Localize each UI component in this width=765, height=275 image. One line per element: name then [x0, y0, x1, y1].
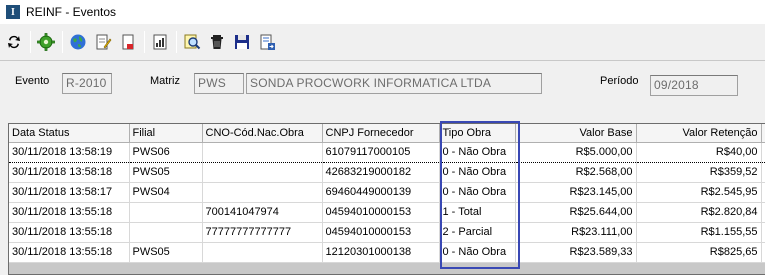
table-cell: 04594010000153 — [322, 222, 440, 243]
table-cell: R$23.145,00 — [515, 182, 637, 203]
toolbar — [0, 27, 765, 57]
header-panel: Evento R-2010 Matriz PWS SONDA PROCWORK … — [0, 60, 765, 110]
new-document-icon[interactable] — [117, 31, 139, 53]
search-icon[interactable] — [181, 31, 203, 53]
toolbar-separator — [62, 31, 63, 53]
edit-document-icon[interactable] — [92, 31, 114, 53]
table-cell: R$2.568,00 — [515, 162, 637, 183]
column-header[interactable]: I — [761, 124, 765, 143]
table-cell — [129, 202, 203, 223]
toolbar-separator — [176, 31, 177, 53]
globe-icon[interactable] — [67, 31, 89, 53]
table-cell — [202, 242, 323, 263]
column-header[interactable]: CNPJ Fornecedor — [322, 124, 440, 143]
table-cell: R$359,52 — [636, 162, 762, 183]
table-cell: 700141047974 — [202, 202, 323, 223]
table-cell: 30/11/2018 13:55:18 — [9, 242, 130, 263]
table-cell: 1 - Total — [439, 202, 516, 223]
column-header[interactable]: Tipo Obra — [439, 124, 516, 143]
toolbar-separator — [144, 31, 145, 53]
events-grid[interactable]: Data Status Filial CNO-Cód.Nac.Obra CNPJ Fo… — [8, 123, 765, 275]
table-cell: R$2.545,95 — [636, 182, 762, 203]
app-icon: I — [6, 5, 20, 19]
table-cell: I — [761, 222, 765, 243]
table-cell: R$25.644,00 — [515, 202, 637, 223]
table-cell: 30/11/2018 13:58:19 — [9, 141, 130, 163]
matriz-code-field[interactable]: PWS — [194, 73, 244, 94]
table-row[interactable]: 30/11/2018 13:58:19 PWS06 61079117000105 0 … — [9, 141, 765, 163]
table-cell: I — [761, 162, 765, 183]
trash-icon[interactable] — [206, 31, 228, 53]
column-header[interactable]: Filial — [129, 124, 203, 143]
report-icon[interactable] — [149, 31, 171, 53]
table-cell: 0 - Não Obra — [439, 162, 516, 183]
column-header[interactable]: Valor Retenção — [636, 124, 762, 143]
refresh-icon[interactable] — [3, 31, 25, 53]
table-cell: 0 - Não Obra — [439, 242, 516, 263]
table-cell: 0 - Não Obra — [439, 141, 516, 163]
table-cell: 77777777777777 — [202, 222, 323, 243]
table-cell: R$40,00 — [636, 141, 762, 163]
periodo-field[interactable]: 09/2018 — [650, 75, 738, 96]
table-cell: I — [761, 242, 765, 263]
table-row[interactable]: 30/11/2018 13:55:18 77777777777777 0459401… — [9, 222, 765, 243]
column-header[interactable]: CNO-Cód.Nac.Obra — [202, 124, 323, 143]
table-cell: R$825,65 — [636, 242, 762, 263]
title-bar: I REINF - Eventos — [0, 0, 765, 24]
table-cell: 0 - Não Obra — [439, 182, 516, 203]
column-header[interactable]: Data Status — [9, 124, 130, 143]
table-cell: 30/11/2018 13:58:17 — [9, 182, 130, 203]
table-cell — [202, 182, 323, 203]
table-cell: PWS05 — [129, 242, 203, 263]
table-row[interactable]: 30/11/2018 13:55:18 PWS05 12120301000138 0 … — [9, 242, 765, 263]
table-cell: 42683219000182 — [322, 162, 440, 183]
evento-label: Evento — [15, 75, 50, 87]
table-cell — [202, 162, 323, 183]
table-cell: 30/11/2018 13:58:18 — [9, 162, 130, 183]
table-cell: R$1.155,55 — [636, 222, 762, 243]
table-cell: 12120301000138 — [322, 242, 440, 263]
grid-header-row: Data Status Filial CNO-Cód.Nac.Obra CNPJ Fo… — [9, 124, 765, 143]
column-header[interactable]: Valor Base — [515, 124, 637, 143]
table-cell: 04594010000153 — [322, 202, 440, 223]
table-cell: PWS06 — [129, 141, 203, 163]
table-cell: 69460449000139 — [322, 182, 440, 203]
table-cell: I — [761, 141, 765, 163]
save-icon[interactable] — [231, 31, 253, 53]
gear-icon[interactable] — [35, 31, 57, 53]
window-title: REINF - Eventos — [26, 5, 117, 19]
table-cell: 2 - Parcial — [439, 222, 516, 243]
table-cell: I — [761, 182, 765, 203]
table-cell: 30/11/2018 13:55:18 — [9, 222, 130, 243]
table-cell: PWS04 — [129, 182, 203, 203]
table-cell — [129, 222, 203, 243]
evento-field[interactable]: R-2010 — [62, 73, 112, 94]
table-row[interactable]: 30/11/2018 13:55:18 700141047974 045940100… — [9, 202, 765, 223]
periodo-label: Período — [600, 75, 639, 87]
table-row[interactable]: 30/11/2018 13:58:18 PWS05 42683219000182 0 … — [9, 162, 765, 183]
table-cell: I — [761, 202, 765, 223]
table-cell: R$2.820,84 — [636, 202, 762, 223]
table-cell: 30/11/2018 13:55:18 — [9, 202, 130, 223]
table-cell — [202, 141, 323, 163]
matriz-name-field[interactable]: SONDA PROCWORK INFORMATICA LTDA — [246, 73, 542, 94]
events-table: Data Status Filial CNO-Cód.Nac.Obra CNPJ Fo… — [9, 124, 765, 263]
export-icon[interactable] — [256, 31, 278, 53]
table-row[interactable]: 30/11/2018 13:58:17 PWS04 69460449000139 0 … — [9, 182, 765, 203]
table-cell: R$23.589,33 — [515, 242, 637, 263]
table-cell: R$23.111,00 — [515, 222, 637, 243]
toolbar-separator — [30, 31, 31, 53]
table-cell: 61079117000105 — [322, 141, 440, 163]
table-cell: PWS05 — [129, 162, 203, 183]
table-cell: R$5.000,00 — [515, 141, 637, 163]
matriz-label: Matriz — [150, 75, 180, 87]
